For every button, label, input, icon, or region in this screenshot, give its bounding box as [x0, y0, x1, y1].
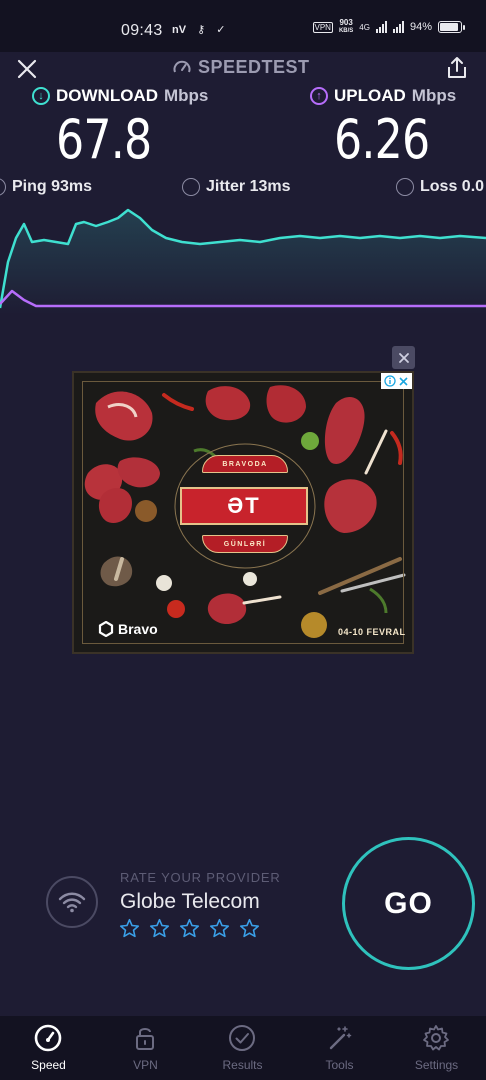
download-label: ↓ DOWNLOAD Mbps: [32, 86, 208, 106]
download-graph-fill: [0, 210, 486, 315]
app-brand: SPEEDTEST: [172, 57, 310, 78]
download-label-text: DOWNLOAD: [56, 86, 158, 105]
star-icon[interactable]: [179, 918, 200, 939]
network-type: 4G: [359, 22, 370, 32]
status-system-icons: VPN 903 KB/S 4G 94%: [312, 18, 465, 36]
close-icon: [399, 376, 408, 386]
close-icon: [17, 59, 37, 79]
vpn-icon: VPN: [312, 21, 333, 33]
battery-level: [440, 23, 458, 31]
key-icon: ⚷: [197, 24, 206, 36]
nav-label-vpn: VPN: [133, 1058, 158, 1072]
nav-item-speed[interactable]: Speed: [0, 1016, 97, 1080]
ad-top-arc: BRAVODA: [202, 455, 288, 473]
loss-icon: [396, 178, 414, 196]
advertisement-banner[interactable]: BRAVODA ƏT GÜNLƏRİ Bravo 04-10 FEVRAL: [72, 371, 414, 654]
speedometer-icon: [173, 60, 191, 72]
bravo-logo-icon: [98, 621, 114, 637]
jitter-stat: Jitter 13ms: [182, 178, 291, 196]
close-icon: [398, 352, 409, 363]
ad-banner-text: ƏT: [227, 493, 261, 518]
wifi-icon: [58, 892, 86, 913]
ping-icon: [0, 178, 6, 196]
upload-arrow-icon: ↑: [310, 87, 328, 105]
battery-icon: [438, 21, 465, 33]
go-button[interactable]: GO: [342, 837, 475, 970]
bottom-navigation: Speed VPN Results Tools Settings: [0, 1016, 486, 1080]
check-icon: ✓: [216, 24, 226, 36]
ping-stat: Ping 93ms: [0, 178, 92, 196]
net-speed: 903 KB/S: [339, 18, 353, 36]
info-icon: [384, 375, 396, 387]
download-value: 67.8: [56, 108, 152, 171]
star-icon[interactable]: [149, 918, 170, 939]
loss-value: Loss 0.0: [420, 178, 485, 195]
lock-icon: [136, 1028, 154, 1050]
upload-label: ↑ UPLOAD Mbps: [310, 86, 456, 106]
status-notification-icons: nV ⚷ ✓: [172, 23, 233, 36]
rating-stars: [119, 918, 260, 939]
loss-stat: Loss 0.0: [396, 178, 484, 196]
download-arrow-icon: ↓: [32, 87, 50, 105]
status-bar: 09:43 nV ⚷ ✓ VPN 903 KB/S 4G 94%: [0, 0, 486, 52]
jitter-value: Jitter 13ms: [206, 178, 291, 195]
nav-item-settings[interactable]: Settings: [388, 1016, 485, 1080]
rate-provider-label: RATE YOUR PROVIDER: [120, 870, 281, 885]
app-title: SPEEDTEST: [198, 57, 310, 77]
nav-item-results[interactable]: Results: [194, 1016, 291, 1080]
gear-icon: [423, 1025, 449, 1051]
ad-banner: ƏT: [180, 487, 308, 525]
ad-brand-logo: Bravo: [98, 621, 158, 637]
ad-bottom-arc: GÜNLƏRİ: [202, 535, 288, 553]
net-speed-unit: KB/S: [338, 28, 354, 34]
nav-label-settings: Settings: [414, 1058, 459, 1072]
ad-close-button[interactable]: [392, 346, 415, 369]
nav-label-tools: Tools: [325, 1058, 354, 1072]
latency-stats: Ping 93ms Jitter 13ms Loss 0.0: [0, 178, 486, 200]
nav-item-vpn[interactable]: VPN: [97, 1016, 194, 1080]
nv-icon: nV: [172, 24, 187, 36]
provider-name: Globe Telecom: [120, 890, 260, 913]
jitter-icon: [182, 178, 200, 196]
provider-wifi-badge: [46, 876, 98, 928]
download-unit: Mbps: [163, 86, 209, 105]
speed-graph: [0, 208, 486, 315]
check-circle-icon: [229, 1025, 255, 1051]
nav-label-speed: Speed: [31, 1058, 66, 1072]
ad-dates: 04-10 FEVRAL: [338, 627, 406, 637]
star-icon[interactable]: [119, 918, 140, 939]
star-icon[interactable]: [239, 918, 260, 939]
upload-unit: Mbps: [411, 86, 457, 105]
nav-item-tools[interactable]: Tools: [291, 1016, 388, 1080]
magic-wand-icon: [329, 1026, 352, 1050]
ad-brand-name: Bravo: [118, 621, 158, 637]
share-button[interactable]: [444, 55, 470, 81]
adchoices[interactable]: [381, 373, 412, 389]
close-button[interactable]: [14, 56, 40, 82]
app-header: SPEEDTEST: [0, 52, 486, 84]
speedometer-icon: [34, 1024, 62, 1052]
battery-percent: 94%: [409, 21, 432, 33]
upload-label-text: UPLOAD: [334, 86, 406, 105]
upload-value: 6.26: [334, 108, 430, 171]
star-icon[interactable]: [209, 918, 230, 939]
signal-icon: [375, 21, 387, 33]
nav-label-results: Results: [222, 1058, 263, 1072]
go-button-label: GO: [384, 886, 433, 920]
ping-value: Ping 93ms: [12, 178, 93, 195]
share-icon: [448, 57, 466, 78]
signal-2-icon: [392, 21, 404, 33]
status-time: 09:43: [121, 22, 163, 39]
net-speed-value: 903: [339, 18, 353, 27]
